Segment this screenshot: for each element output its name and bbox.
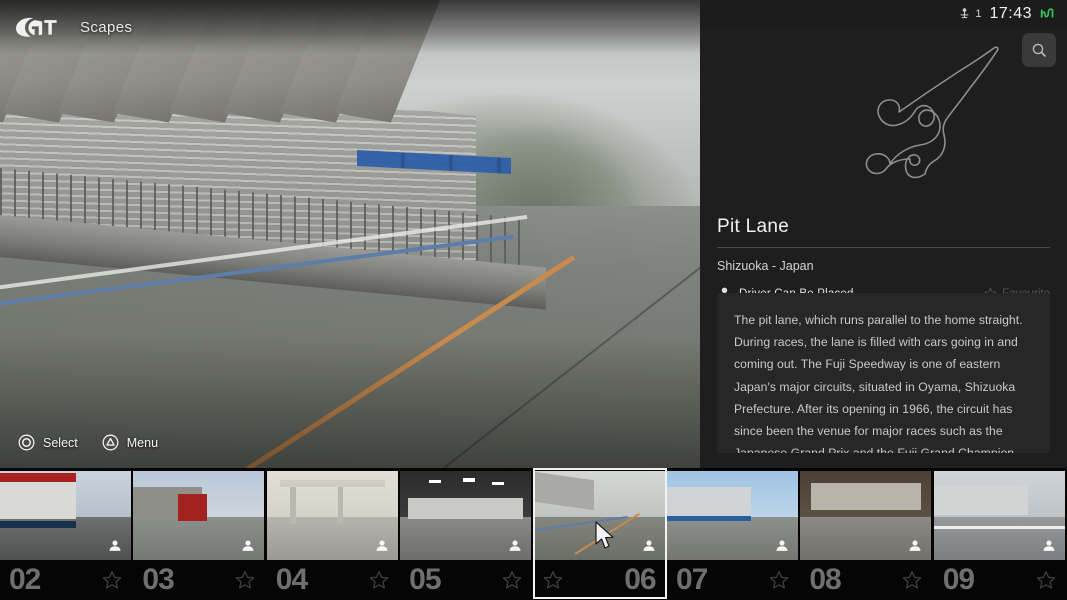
circle-button-icon: [18, 434, 35, 451]
person-icon: [642, 539, 656, 553]
thumbnail-caption: 04: [267, 560, 398, 600]
network-icon: [1040, 6, 1055, 21]
thumbnail-number: 06: [624, 563, 655, 597]
thumbnail-image[interactable]: [667, 471, 798, 560]
thumbnail-image[interactable]: [800, 471, 931, 560]
person-icon: [908, 539, 922, 553]
thumbnail-image[interactable]: [934, 471, 1065, 560]
person-icon: [1042, 539, 1056, 553]
thumbnail-number: 03: [142, 563, 173, 597]
thumbnail-number: 07: [676, 563, 707, 597]
main-photo-preview[interactable]: [0, 0, 700, 468]
search-icon: [1031, 42, 1047, 58]
header: Scapes: [0, 0, 700, 54]
description-box: The pit lane, which runs parallel to the…: [717, 293, 1050, 453]
thumbnail-cell[interactable]: 05: [400, 468, 533, 600]
person-icon: [775, 539, 789, 553]
thumbnail-image[interactable]: [0, 471, 131, 560]
scene-title: Pit Lane: [717, 216, 1050, 238]
star-icon[interactable]: [1036, 570, 1056, 590]
thumbnail-caption: 05: [400, 560, 531, 600]
user-indicator: 1: [959, 7, 981, 20]
thumbnail-cell[interactable]: 03: [133, 468, 266, 600]
divider: [717, 247, 1050, 248]
star-icon[interactable]: [369, 570, 389, 590]
thumbnail-image[interactable]: [267, 471, 398, 560]
detail-panel: Pit Lane Shizuoka - Japan Driver Can Be …: [700, 0, 1067, 468]
star-icon[interactable]: [902, 570, 922, 590]
hint-select-label: Select: [43, 436, 78, 450]
thumbnail-number: 02: [9, 563, 40, 597]
description-text: The pit lane, which runs parallel to the…: [734, 309, 1033, 453]
thumbnail-cell[interactable]: 04: [267, 468, 400, 600]
thumbnail-cell[interactable]: 07: [667, 468, 800, 600]
gt-logo: [14, 14, 58, 40]
star-icon[interactable]: [543, 570, 563, 590]
thumbnail-image[interactable]: [400, 471, 531, 560]
thumbnail-number: 09: [943, 563, 974, 597]
person-icon: [508, 539, 522, 553]
clock: 17:43: [989, 5, 1032, 23]
thumbnail-number: 05: [409, 563, 440, 597]
thumbnail-cell[interactable]: 02: [0, 468, 133, 600]
thumbnail-number: 08: [809, 563, 840, 597]
scene-info: Pit Lane Shizuoka - Japan Driver Can Be …: [717, 216, 1050, 301]
thumbnail-caption: 07: [667, 560, 798, 600]
star-icon[interactable]: [235, 570, 255, 590]
star-icon[interactable]: [769, 570, 789, 590]
star-icon[interactable]: [502, 570, 522, 590]
control-hints: Select Menu: [18, 434, 158, 451]
scene-location: Shizuoka - Japan: [717, 259, 1050, 273]
triangle-button-icon: [102, 434, 119, 451]
photo-vignette: [0, 0, 700, 468]
status-bar: 1 17:43: [700, 0, 1067, 27]
thumbnail-caption: 09: [934, 560, 1065, 600]
hint-menu-label: Menu: [127, 436, 158, 450]
thumbnail-strip[interactable]: 02 03: [0, 468, 1067, 600]
search-button[interactable]: [1022, 33, 1056, 67]
person-icon: [959, 7, 970, 20]
thumbnail-cell-selected[interactable]: 06: [534, 468, 667, 600]
thumbnail-cell[interactable]: 08: [800, 468, 933, 600]
thumbnail-caption: 03: [133, 560, 264, 600]
thumbnail-caption: 02: [0, 560, 131, 600]
scapes-screen: Scapes Pit Lane Shizuoka - Japan: [0, 0, 1067, 600]
person-icon: [108, 539, 122, 553]
hint-select[interactable]: Select: [18, 434, 78, 451]
fuji-speedway-track-map: [778, 28, 1028, 208]
thumbnail-cell[interactable]: 09: [934, 468, 1067, 600]
user-count: 1: [975, 8, 981, 20]
thumbnail-caption: 08: [800, 560, 931, 600]
thumbnail-image[interactable]: [133, 471, 264, 560]
person-icon: [375, 539, 389, 553]
thumbnail-caption: 06: [534, 560, 665, 600]
person-icon: [241, 539, 255, 553]
mouse-cursor: [594, 521, 616, 551]
page-title: Scapes: [80, 19, 132, 36]
thumbnail-number: 04: [276, 563, 307, 597]
hint-menu[interactable]: Menu: [102, 434, 158, 451]
thumbnail-image[interactable]: [534, 471, 665, 560]
star-icon[interactable]: [102, 570, 122, 590]
